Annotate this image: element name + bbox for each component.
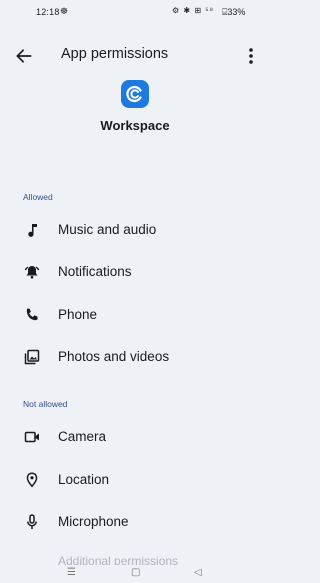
permission-label: Music and audio [58, 222, 157, 237]
status-notification-icon: ☸ [60, 6, 69, 16]
section-header-not-allowed: Not allowed [23, 399, 68, 409]
camera-icon [24, 431, 39, 443]
permission-label: Photos and videos [58, 349, 170, 364]
app-name: Workspace [100, 118, 170, 133]
phone-icon [26, 308, 38, 321]
more-options-icon[interactable] [243, 46, 259, 66]
system-nav-bar: ☰ ▢ ◁ [0, 565, 265, 583]
home-icon[interactable]: ▢ [131, 567, 140, 578]
status-system-icons: ⚙ ✱ ⊞ ⁵⁸ [172, 6, 214, 15]
permission-item-notifications[interactable]: Notifications [0, 254, 265, 290]
back-arrow-icon[interactable] [14, 46, 34, 66]
permission-label: Notifications [58, 264, 132, 279]
permission-item-camera[interactable]: Camera [0, 419, 265, 455]
permission-label: Location [58, 472, 110, 487]
location-pin-icon [26, 472, 38, 488]
photos-icon [24, 349, 40, 365]
page-title: App permissions [61, 46, 169, 62]
battery-indicator: ⌸33% [222, 7, 246, 17]
bell-icon [24, 266, 40, 279]
permission-item-phone[interactable]: Phone [0, 297, 265, 333]
permission-label: Microphone [58, 514, 129, 529]
permission-item-location[interactable]: Location [0, 462, 265, 498]
app-icon [121, 80, 149, 108]
back-nav-icon[interactable]: ◁ [194, 567, 202, 578]
permission-item-microphone[interactable]: Microphone [0, 504, 265, 540]
app-bar: App permissions [0, 38, 265, 74]
music-note-icon [28, 224, 37, 237]
workspace-logo-icon [126, 85, 142, 103]
permission-item-music-and-audio[interactable]: Music and audio [0, 212, 265, 248]
microphone-icon [27, 514, 37, 529]
permission-item-photos-and-videos[interactable]: Photos and videos [0, 339, 265, 375]
status-time: 12:18 [36, 7, 60, 17]
section-header-allowed: Allowed [23, 192, 53, 202]
recent-apps-icon[interactable]: ☰ [67, 567, 76, 578]
permission-label: Camera [58, 429, 107, 444]
status-bar: 12:18 ☸ ⚙ ✱ ⊞ ⁵⁸ ⌸33% [0, 0, 265, 24]
permission-label: Phone [58, 307, 98, 322]
